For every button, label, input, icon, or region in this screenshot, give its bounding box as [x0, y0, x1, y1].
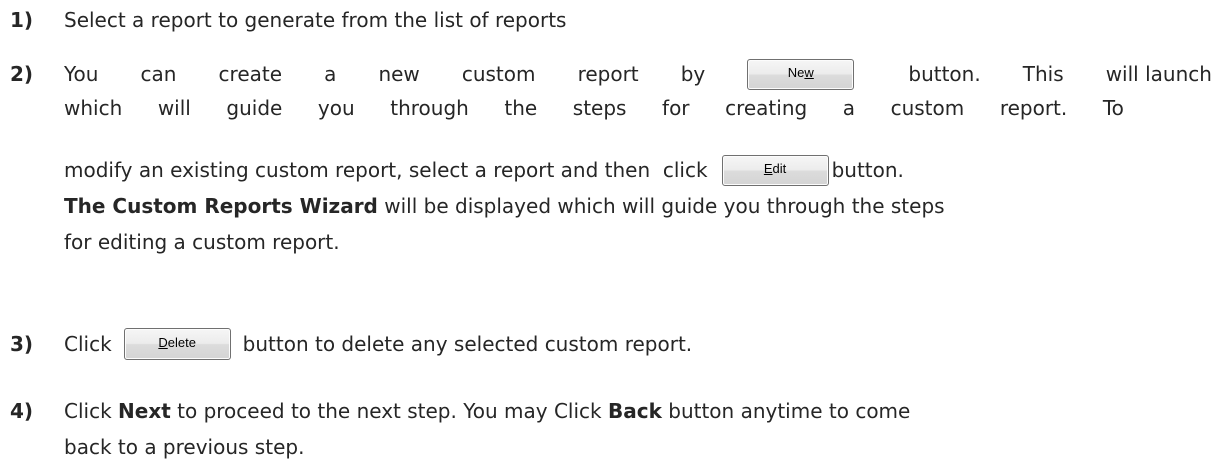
word: for: [662, 96, 690, 120]
step-text: button to delete any selected custom rep…: [242, 332, 693, 356]
step-number: 3): [10, 332, 34, 356]
word: can: [140, 62, 177, 86]
step-text: Click: [64, 399, 112, 423]
next-label: Next: [118, 399, 171, 423]
edit-button-mnemonic: E: [763, 160, 773, 176]
step-text: modify an existing custom report, select…: [64, 158, 708, 182]
word: by: [680, 62, 706, 86]
step-text: Click: [64, 332, 112, 356]
step-3-line: Click Delete button to delete any select…: [64, 328, 692, 360]
word: which: [64, 96, 123, 120]
word: custom: [461, 62, 536, 86]
word: new: [378, 62, 420, 86]
word: will launch: [1105, 62, 1212, 86]
new-button-mnemonic: w: [804, 64, 814, 80]
step-4-line-2: back to a previous step.: [64, 435, 304, 459]
new-button[interactable]: New: [747, 58, 855, 90]
step-text: will be displayed which will guide you t…: [384, 194, 945, 218]
step-2-line-5: for editing a custom report.: [64, 230, 340, 254]
step-number: 2): [10, 62, 34, 86]
word: will: [157, 96, 191, 120]
step-text: button.: [831, 158, 904, 182]
word: the: [504, 96, 538, 120]
edit-button-label-rest: dit: [772, 160, 787, 176]
word: custom: [890, 96, 965, 120]
back-label: Back: [607, 399, 662, 423]
word: steps: [572, 96, 627, 120]
word: creating: [725, 96, 808, 120]
wizard-name: The Custom Reports Wizard: [64, 194, 378, 218]
step-4-line-1: Click Next to proceed to the next step. …: [64, 399, 910, 423]
word: button.: [908, 62, 981, 86]
step-text: back to a previous step.: [64, 435, 305, 459]
new-button-label: Ne: [787, 64, 805, 80]
step-text: Select a report to generate from the lis…: [64, 8, 567, 32]
step-2-line-2: which will guide you through the steps f…: [64, 96, 1124, 120]
step-text: for editing a custom report.: [64, 230, 340, 254]
delete-button[interactable]: Delete: [123, 328, 231, 360]
word: report: [577, 62, 639, 86]
step-number: 1): [10, 8, 34, 32]
word: guide: [226, 96, 283, 120]
step-number: 4): [10, 399, 34, 423]
word: This: [1022, 62, 1064, 86]
word: a: [324, 62, 337, 86]
step-2-line-3: modify an existing custom report, select…: [64, 152, 904, 188]
word: create: [218, 62, 283, 86]
word: You: [64, 62, 99, 86]
delete-button-mnemonic: D: [158, 335, 168, 350]
step-text: to proceed to the next step. You may Cli…: [177, 399, 602, 423]
step-2-line-1: You can create a new custom report by Ne…: [64, 52, 1212, 96]
word: through: [390, 96, 469, 120]
word: a: [842, 96, 856, 120]
step-text: button anytime to come: [668, 399, 911, 423]
word: report.: [999, 96, 1068, 120]
edit-button[interactable]: Edit: [721, 154, 829, 186]
word: To: [1102, 96, 1124, 120]
word: you: [317, 96, 355, 120]
delete-button-label-rest: elete: [167, 335, 196, 350]
step-2-line-4: The Custom Reports Wizard will be displa…: [64, 194, 945, 218]
